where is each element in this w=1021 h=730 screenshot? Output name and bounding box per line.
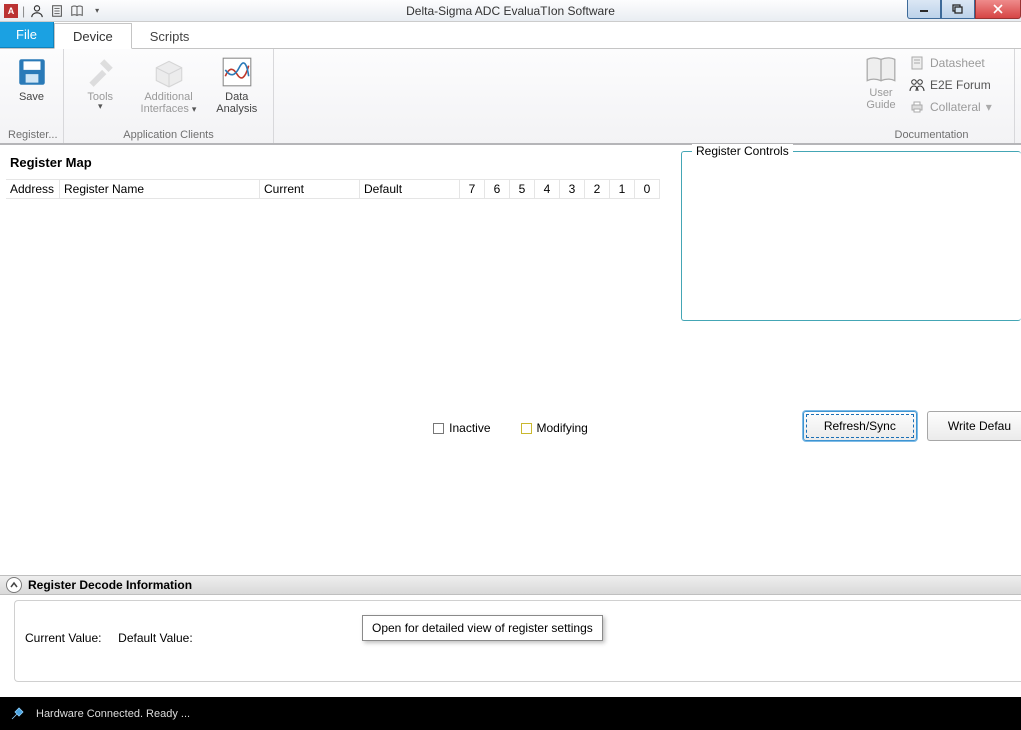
col-register-name[interactable]: Register Name	[60, 180, 260, 198]
decode-header-label: Register Decode Information	[28, 578, 192, 592]
collateral-link[interactable]: Collateral ▾	[909, 97, 992, 117]
col-bit-5[interactable]: 5	[510, 180, 535, 198]
title-bar: A | ▾ Delta-Sigma ADC EvaluaTIon Softwar…	[0, 0, 1021, 22]
tools-button[interactable]: Tools ▾	[72, 53, 128, 115]
col-bit-1[interactable]: 1	[610, 180, 635, 198]
printer-icon	[909, 99, 925, 115]
book-open-icon	[864, 53, 898, 87]
status-text: Hardware Connected. Ready ...	[36, 708, 190, 720]
chart-icon	[220, 55, 254, 89]
e2e-forum-link[interactable]: E2E Forum	[909, 75, 992, 95]
status-bar: Hardware Connected. Ready ...	[0, 697, 1021, 730]
col-bit-3[interactable]: 3	[560, 180, 585, 198]
col-address[interactable]: Address	[6, 180, 60, 198]
register-table-header: Address Register Name Current Default 7 …	[6, 179, 660, 199]
col-bit-0[interactable]: 0	[635, 180, 660, 198]
col-bit-7[interactable]: 7	[460, 180, 485, 198]
col-bit-6[interactable]: 6	[485, 180, 510, 198]
col-bit-4[interactable]: 4	[535, 180, 560, 198]
tab-scripts[interactable]: Scripts	[132, 23, 208, 49]
close-button[interactable]	[975, 0, 1021, 19]
chevron-up-icon[interactable]	[6, 577, 22, 593]
group-label-register: Register...	[8, 129, 55, 141]
col-default[interactable]: Default	[360, 180, 460, 198]
register-map-title: Register Map	[10, 155, 92, 170]
box-icon	[152, 55, 186, 89]
tooltip: Open for detailed view of register setti…	[362, 615, 603, 641]
decode-header-bar[interactable]: Register Decode Information	[0, 575, 1021, 595]
additional-interfaces-button[interactable]: Additional Interfaces ▾	[134, 53, 202, 115]
legend-inactive: Inactive	[433, 421, 490, 435]
ribbon-tabs: File Device Scripts	[0, 22, 1021, 49]
connection-icon	[8, 705, 26, 723]
minimize-button[interactable]	[907, 0, 941, 19]
ribbon: Save Register... Tools ▾ Additional Inte…	[0, 49, 1021, 145]
document-icon	[909, 55, 925, 71]
qat-dropdown-icon[interactable]: ▾	[89, 3, 105, 19]
default-value-label: Default Value:	[118, 631, 193, 645]
user-icon[interactable]	[29, 3, 45, 19]
register-controls-panel: Register Controls	[681, 151, 1021, 321]
group-label-documentation: Documentation	[857, 129, 1006, 141]
col-current[interactable]: Current	[260, 180, 360, 198]
data-analysis-button[interactable]: Data Analysis	[209, 53, 265, 115]
legend-modifying: Modifying	[521, 421, 588, 435]
register-controls-label: Register Controls	[692, 144, 793, 158]
decode-body: Current Value: Default Value:	[14, 600, 1021, 682]
modifying-swatch-icon	[521, 423, 532, 434]
save-icon	[15, 55, 49, 89]
datasheet-link[interactable]: Datasheet	[909, 53, 992, 73]
window-title: Delta-Sigma ADC EvaluaTIon Software	[0, 4, 1021, 18]
user-guide-button[interactable]: User Guide	[857, 53, 905, 117]
write-defaults-button[interactable]: Write Defau	[927, 411, 1021, 441]
save-button[interactable]: Save	[8, 53, 55, 103]
app-icon: A	[4, 4, 18, 18]
col-bit-2[interactable]: 2	[585, 180, 610, 198]
page-icon[interactable]	[49, 3, 65, 19]
tools-icon	[83, 55, 117, 89]
people-icon	[909, 77, 925, 93]
maximize-button[interactable]	[941, 0, 975, 19]
refresh-sync-button[interactable]: Refresh/Sync	[803, 411, 917, 441]
inactive-swatch-icon	[433, 423, 444, 434]
book-icon[interactable]	[69, 3, 85, 19]
tab-device[interactable]: Device	[54, 23, 132, 49]
current-value-label: Current Value:	[25, 631, 101, 645]
group-label-app-clients: Application Clients	[72, 129, 265, 141]
tab-file[interactable]: File	[0, 21, 54, 48]
